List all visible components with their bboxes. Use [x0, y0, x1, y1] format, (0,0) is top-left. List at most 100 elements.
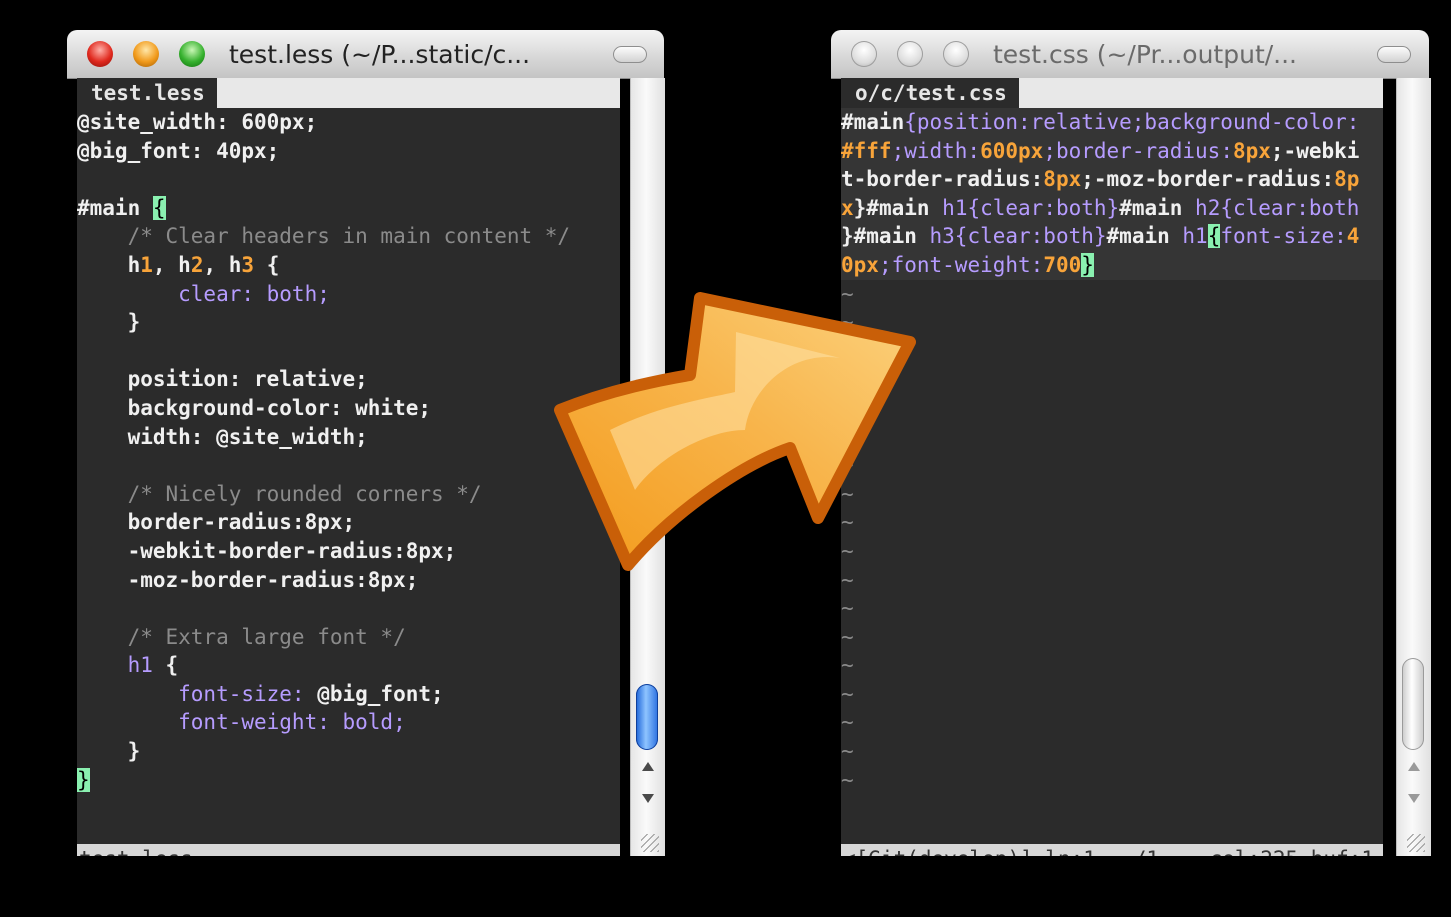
code-line[interactable]: position: relative;	[77, 365, 620, 394]
code-token: font-size:	[1220, 224, 1347, 249]
close-button-icon[interactable]	[87, 41, 113, 67]
empty-line-marker: ~	[841, 394, 1383, 423]
code-token: }	[77, 739, 141, 764]
code-editor[interactable]: o/c/test.css #main {position:relative;bac…	[841, 78, 1383, 856]
empty-line-marker: ~	[841, 767, 854, 792]
toolbar-toggle-button[interactable]	[1377, 46, 1411, 63]
scroll-down-arrow-icon[interactable]	[1408, 794, 1420, 803]
code-token: #main	[1119, 195, 1196, 220]
code-token: h1	[77, 653, 166, 678]
code-token: /* Extra large font */	[77, 624, 406, 649]
cursor: {	[152, 195, 166, 220]
resize-grip-icon[interactable]	[1407, 834, 1425, 852]
empty-line-marker: ~	[841, 310, 854, 335]
code-token: -webkit-border-radius:8px;	[77, 538, 457, 563]
code-token: x	[841, 195, 854, 220]
code-token: 8px	[1232, 138, 1271, 163]
code-line[interactable]: @big_font: 40px;	[77, 137, 620, 166]
orange-arrow-icon	[554, 292, 916, 571]
code-line[interactable]: border-radius:8px;	[77, 508, 620, 537]
scroll-down-arrow-icon[interactable]	[642, 794, 654, 803]
code-line[interactable]: h1, h2, h3 {	[77, 251, 620, 280]
zoom-button-icon[interactable]	[179, 41, 205, 67]
code-line[interactable]: #fff;width:600px;border-radius:8px;-webk…	[841, 136, 1383, 166]
minimize-button-icon[interactable]	[133, 41, 159, 67]
code-editor[interactable]: test.less @site_width: 600px; @big_font: …	[77, 78, 620, 856]
code-token: , h	[152, 252, 191, 277]
code-token: h1{clear:both}	[942, 195, 1120, 220]
empty-line-marker: ~	[841, 739, 854, 764]
zoom-button-icon[interactable]	[943, 41, 969, 67]
code-line[interactable]: #main{position:relative;background-color…	[841, 108, 1383, 137]
tab-test-less[interactable]: test.less	[77, 78, 217, 108]
code-line[interactable]: }	[77, 737, 620, 766]
code-token: 700	[1043, 252, 1082, 277]
toolbar-toggle-button[interactable]	[613, 46, 647, 63]
code-line[interactable]: h1 {	[77, 651, 620, 680]
code-line[interactable]: font-size: @big_font;	[77, 680, 620, 709]
css-editor-window: test.css (~/Pr...output/... o/c/test.css…	[831, 30, 1431, 856]
empty-line-marker: ~	[841, 653, 854, 678]
code-line[interactable]: /* Extra large font */	[77, 623, 620, 652]
code-token: -moz-border-radius:8px;	[77, 567, 419, 592]
code-token: ;-moz-border-radius:	[1081, 167, 1335, 192]
code-line[interactable]: x}#main h1{clear:both}#main h2{clear:bot…	[841, 193, 1383, 223]
code-line[interactable]	[77, 451, 620, 480]
code-token: {	[165, 653, 179, 678]
empty-line-marker: ~	[841, 510, 854, 535]
code-token: {position:relative;background-color:	[904, 110, 1360, 134]
code-token: @big_font;	[317, 681, 444, 706]
code-token: }	[77, 310, 141, 335]
code-token: clear: both;	[77, 281, 330, 306]
code-line[interactable]: t-border-radius:8px;-moz-border-radius:8…	[841, 165, 1383, 194]
tab-bar: test.less	[77, 78, 620, 108]
code-line[interactable]: /* Clear headers in main content */	[77, 222, 620, 251]
code-token: h3{clear:both}	[929, 224, 1107, 249]
code-line[interactable]: -webkit-border-radius:8px;	[77, 537, 620, 566]
status-line: test.less	[77, 844, 620, 856]
empty-line-marker: ~	[841, 281, 854, 306]
empty-line-marker: ~	[841, 681, 854, 706]
code-line[interactable]	[77, 165, 620, 194]
code-token: 600px	[980, 138, 1044, 163]
scroll-thumb[interactable]	[636, 684, 658, 750]
code-line[interactable]: 0px;font-weight:700}	[841, 250, 1383, 280]
code-line[interactable]: /* Nicely rounded corners */	[77, 480, 620, 509]
code-line[interactable]: background-color: white;	[77, 394, 620, 423]
window-titlebar[interactable]: test.less (~/P...static/c...	[67, 30, 664, 79]
window-title: test.css (~/Pr...output/...	[993, 40, 1298, 69]
code-content[interactable]: #main {position:relative;background-color…	[841, 108, 1383, 794]
resize-grip-icon[interactable]	[641, 834, 659, 852]
scroll-thumb[interactable]	[1402, 658, 1424, 750]
code-line[interactable]: @site_width: 600px;	[77, 108, 620, 137]
close-button-icon[interactable]	[851, 41, 877, 67]
vertical-scrollbar[interactable]	[1396, 78, 1431, 856]
code-token: , h	[203, 252, 242, 277]
code-line[interactable]: }	[77, 308, 620, 337]
code-line[interactable]	[77, 337, 620, 366]
code-line[interactable]: -moz-border-radius:8px;	[77, 566, 620, 595]
code-token: background-color: white;	[77, 395, 432, 420]
empty-line-marker: ~	[841, 365, 1383, 394]
code-token: 0px	[841, 252, 879, 277]
code-line[interactable]: }	[77, 766, 620, 795]
code-line[interactable]	[77, 594, 620, 623]
code-token: {	[254, 252, 280, 277]
minimize-button-icon[interactable]	[897, 41, 923, 67]
code-token: ;width:	[891, 138, 981, 163]
code-line[interactable]: #main {	[77, 194, 620, 223]
scroll-up-arrow-icon[interactable]	[642, 762, 654, 771]
code-token: 4	[1346, 224, 1360, 249]
code-line[interactable]: clear: both;	[77, 280, 620, 309]
tab-test-css[interactable]: o/c/test.css	[841, 78, 1019, 108]
code-token: h1	[1182, 224, 1208, 249]
empty-line-marker: ~	[841, 538, 854, 563]
cursor: {	[1207, 224, 1221, 249]
scroll-up-arrow-icon[interactable]	[1408, 762, 1420, 771]
code-line[interactable]: font-weight: bold;	[77, 708, 620, 737]
code-line[interactable]: }#main h3{clear:both}#main h1{font-size:…	[841, 222, 1383, 251]
code-token: border-radius:8px;	[77, 510, 356, 535]
code-content[interactable]: @site_width: 600px; @big_font: 40px; #main…	[77, 108, 620, 794]
window-titlebar[interactable]: test.css (~/Pr...output/...	[831, 30, 1429, 79]
code-line[interactable]: width: @site_width;	[77, 423, 620, 452]
